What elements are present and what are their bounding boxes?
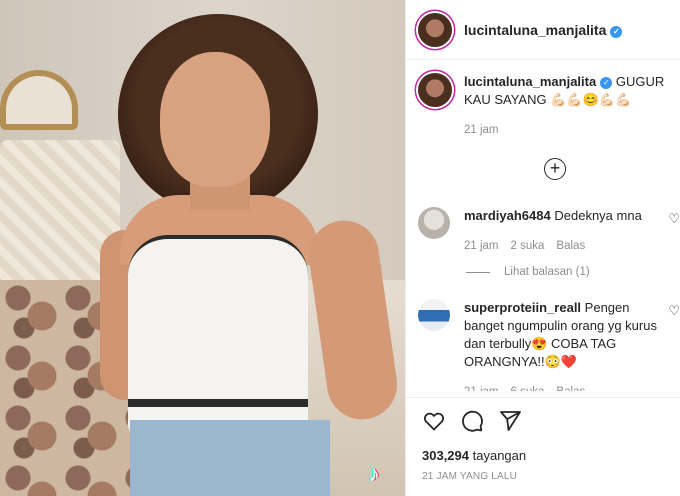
view-count: 303,294 tayangan — [422, 448, 665, 463]
comment-username[interactable]: superproteiin_reall — [464, 300, 581, 315]
comment-like-heart-icon[interactable]: ♡ — [668, 303, 680, 319]
video-person-face — [160, 52, 270, 187]
comment-username[interactable]: mardiyah6484 — [464, 208, 551, 223]
comment-reply-button[interactable]: Balas — [556, 237, 585, 255]
post-actions: 303,294 tayangan 21 JAM YANG LALU — [406, 397, 680, 482]
comment-reply-button[interactable]: Balas — [556, 383, 585, 391]
comment-likes[interactable]: 2 suka — [511, 237, 545, 255]
author-username[interactable]: lucintaluna_manjalita ✓ — [464, 22, 623, 38]
heart-icon[interactable] — [422, 409, 446, 433]
video-person-top — [128, 235, 308, 435]
view-replies-button[interactable]: Lihat balasan (1) — [466, 266, 590, 278]
caption-time: 21 jam — [464, 124, 499, 136]
author-username-text[interactable]: lucintaluna_manjalita — [464, 22, 606, 38]
post-timestamp: 21 JAM YANG LALU — [422, 471, 518, 482]
comments-section: lucintaluna_manjalita ✓ GUGUR KAU SAYANG … — [406, 61, 680, 391]
post-header: lucintaluna_manjalita ✓ — [406, 0, 680, 60]
comment-icon[interactable] — [460, 409, 484, 433]
comment-item: mardiyah6484 Dedeknya mna 21 jam 2 suka … — [418, 207, 680, 255]
view-count-label: tayangan — [472, 448, 527, 463]
replies-divider — [466, 271, 490, 273]
caption-username[interactable]: lucintaluna_manjalita — [464, 74, 596, 89]
video-person-jeans — [130, 420, 330, 496]
comment-like-heart-icon[interactable]: ♡ — [668, 211, 680, 227]
view-count-number: 303,294 — [422, 448, 469, 463]
comment-time: 21 jam — [464, 383, 499, 391]
caption-avatar[interactable] — [418, 73, 452, 107]
comment-avatar[interactable] — [418, 299, 450, 331]
post-details-panel: lucintaluna_manjalita ✓ lucintaluna_manja… — [405, 0, 680, 496]
view-replies-label[interactable]: Lihat balasan (1) — [504, 266, 590, 278]
share-icon[interactable] — [498, 409, 522, 433]
comment-avatar[interactable] — [418, 207, 450, 239]
comment-item: superproteiin_reall Pengen banget ngumpu… — [418, 299, 680, 391]
author-avatar[interactable] — [418, 12, 452, 47]
post-video[interactable]: ♪ — [0, 0, 405, 496]
verified-badge-icon: ✓ — [600, 77, 613, 89]
comment-time: 21 jam — [464, 240, 499, 252]
post-caption: lucintaluna_manjalita ✓ GUGUR KAU SAYANG … — [418, 73, 678, 139]
verified-badge-icon: ✓ — [610, 25, 623, 38]
plus-circle-icon[interactable]: + — [544, 158, 566, 180]
tiktok-logo-icon: ♪ — [368, 461, 380, 486]
comment-likes[interactable]: 6 suka — [511, 383, 545, 391]
comment-text: Dedeknya mna — [554, 208, 642, 223]
